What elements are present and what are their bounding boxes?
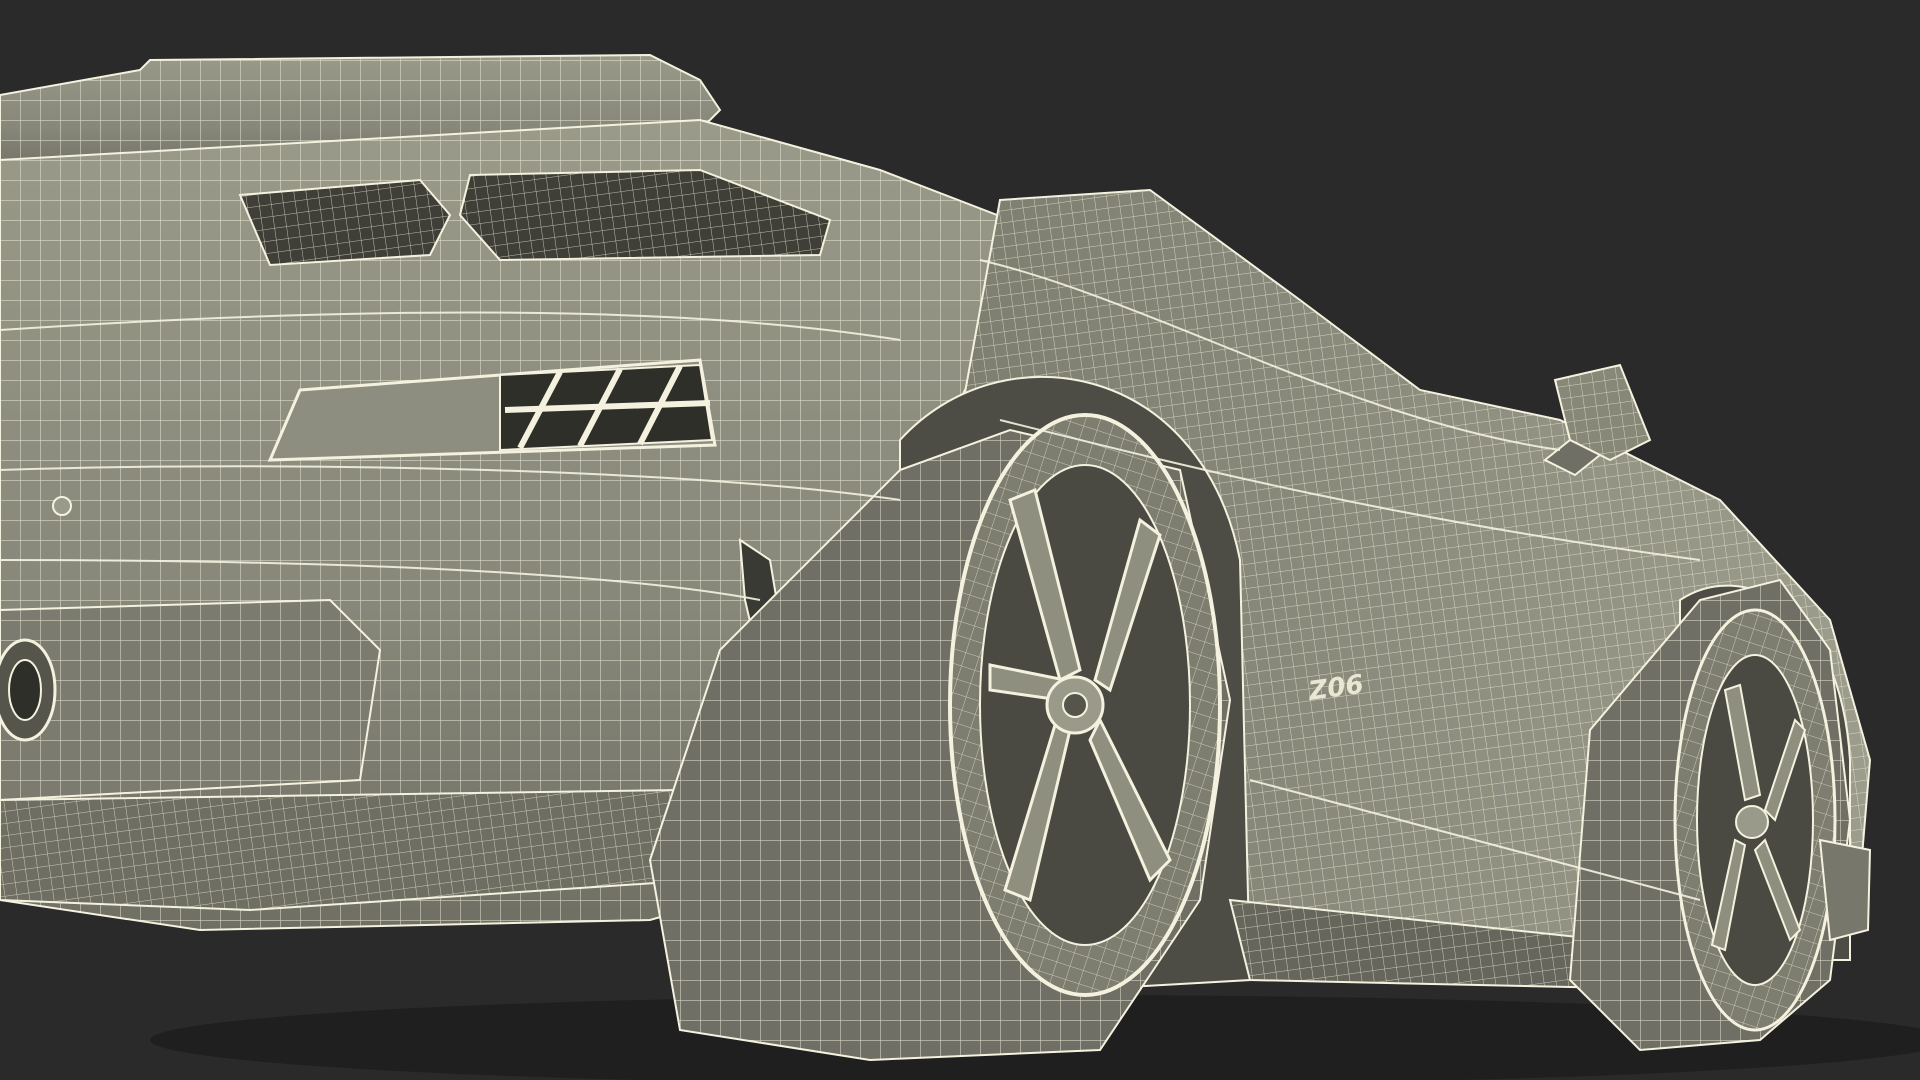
exhaust-tip [0, 638, 57, 742]
front-splitter [1818, 838, 1872, 942]
front-wheel-rim [1673, 608, 1837, 1032]
rear-wheel-rim [948, 413, 1222, 997]
parking-sensor [52, 496, 72, 516]
wireframe-car-render: Z06 [0, 0, 1920, 1080]
